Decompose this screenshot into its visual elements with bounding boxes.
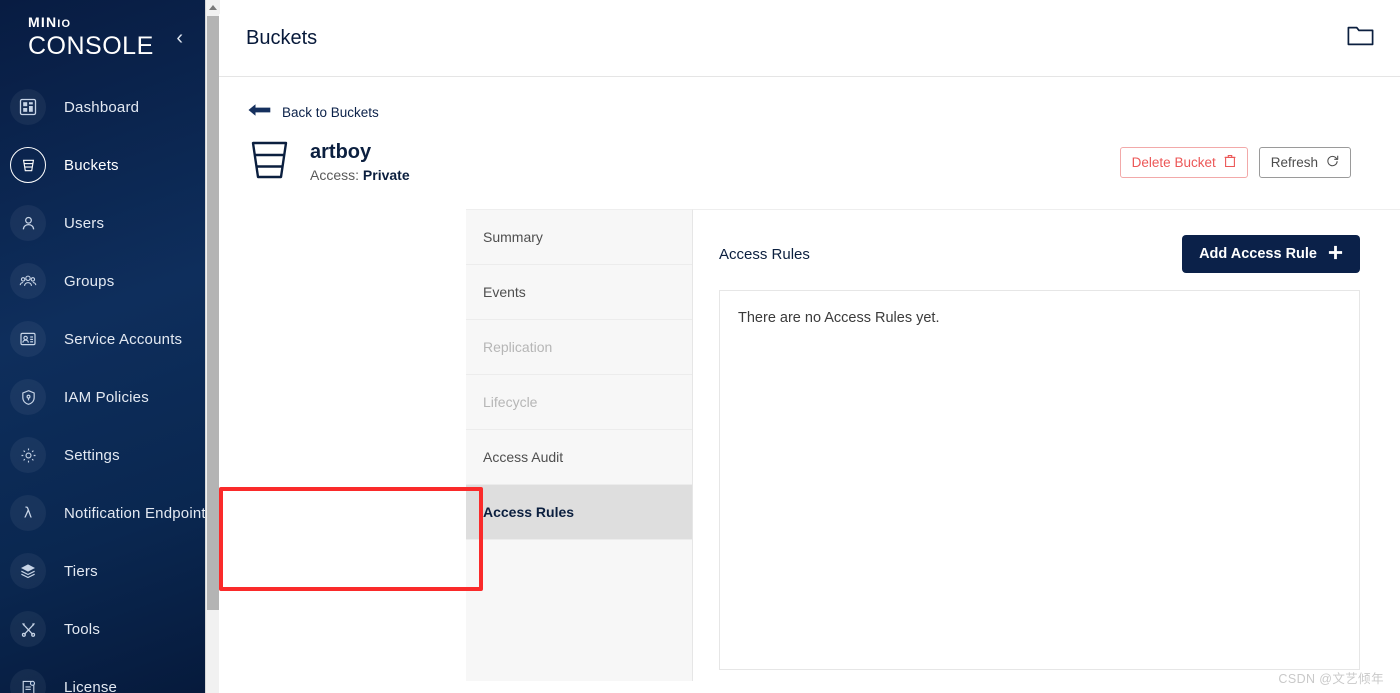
user-icon (10, 205, 46, 241)
bucket-detail-tabs-area: Summary Events Replication Lifecycle Acc… (219, 209, 1400, 681)
page-title: Buckets (246, 26, 318, 49)
sidebar-logo: MINIO CONSOLE ‹ (0, 0, 205, 72)
access-rules-title: Access Rules (719, 245, 810, 263)
tab-list-filler (466, 540, 692, 640)
dashboard-icon (10, 89, 46, 125)
sidebar-label-tiers: Tiers (64, 562, 98, 580)
sidebar-item-dashboard[interactable]: Dashboard (0, 78, 205, 136)
layers-icon (10, 553, 46, 589)
folder-icon[interactable] (1347, 24, 1374, 52)
bucket-identity: artboy Access: Private (247, 137, 410, 188)
bucket-text-block: artboy Access: Private (310, 141, 410, 184)
add-access-rule-label: Add Access Rule (1199, 246, 1317, 262)
sidebar-item-tools[interactable]: Tools (0, 600, 205, 658)
tab-access-audit-label: Access Audit (483, 449, 564, 465)
sidebar-item-groups[interactable]: Groups (0, 252, 205, 310)
license-icon (10, 669, 46, 693)
groups-icon (10, 263, 46, 299)
access-rules-empty-state: There are no Access Rules yet. (719, 290, 1360, 670)
bucket-icon (247, 137, 292, 188)
logo-io: IO (57, 18, 72, 30)
sidebar-label-service-accounts: Service Accounts (64, 330, 183, 348)
tools-icon (10, 611, 46, 647)
top-bar: Buckets (219, 0, 1400, 77)
sidebar-label-settings: Settings (64, 446, 120, 464)
back-to-buckets-link[interactable]: Back to Buckets (219, 77, 379, 122)
bucket-access-label: Access: (310, 167, 360, 183)
back-to-buckets-label: Back to Buckets (282, 105, 379, 120)
sidebar-label-buckets: Buckets (64, 156, 119, 174)
plus-icon (1328, 245, 1343, 264)
tab-lifecycle-label: Lifecycle (483, 394, 538, 410)
tab-access-audit[interactable]: Access Audit (466, 430, 692, 485)
page-scrollbar[interactable] (205, 0, 220, 693)
tab-replication-label: Replication (483, 339, 553, 355)
sidebar-item-settings[interactable]: Settings (0, 426, 205, 484)
delete-bucket-button[interactable]: Delete Bucket (1119, 147, 1248, 178)
tab-events[interactable]: Events (466, 265, 692, 320)
access-rules-panel: Access Rules Add Access Rule There are n… (693, 209, 1400, 681)
id-card-icon (10, 321, 46, 357)
sidebar-item-notification-endpoints[interactable]: λ Notification Endpoints (0, 484, 205, 542)
tab-lifecycle: Lifecycle (466, 375, 692, 430)
watermark: CSDN @文艺倾年 (1278, 672, 1384, 686)
bucket-header: artboy Access: Private Delete Bucket Ref… (219, 122, 1400, 188)
sidebar-label-notification-endpoints: Notification Endpoints (64, 504, 205, 522)
scrollbar-up-arrow-icon[interactable] (206, 0, 220, 14)
sidebar-label-license: License (64, 678, 118, 693)
arrow-left-icon (248, 103, 271, 122)
refresh-label: Refresh (1270, 155, 1318, 170)
refresh-button[interactable]: Refresh (1258, 147, 1351, 178)
sidebar-label-iam-policies: IAM Policies (64, 388, 149, 406)
sidebar-item-license[interactable]: License (0, 658, 205, 693)
sidebar-label-tools: Tools (64, 620, 101, 638)
sidebar-item-service-accounts[interactable]: Service Accounts (0, 310, 205, 368)
main-area: Buckets Back to Buckets artboy Access: P… (219, 0, 1400, 693)
access-rules-empty-message: There are no Access Rules yet. (738, 310, 940, 326)
add-access-rule-button[interactable]: Add Access Rule (1182, 235, 1360, 273)
logo-min: MIN (28, 14, 58, 30)
sidebar: MINIO CONSOLE ‹ Dashboard Buckets Users … (0, 0, 205, 693)
content-region: Back to Buckets artboy Access: Private D… (219, 77, 1400, 693)
tab-access-rules[interactable]: Access Rules (466, 485, 692, 540)
tab-summary-label: Summary (483, 229, 543, 245)
lambda-icon: λ (10, 495, 46, 531)
chevron-left-icon[interactable]: ‹ (176, 28, 183, 48)
sidebar-label-service-groups: Groups (64, 272, 115, 290)
bucket-access-line: Access: Private (310, 167, 410, 184)
sidebar-item-buckets[interactable]: Buckets (0, 136, 205, 194)
sidebar-nav: Dashboard Buckets Users Groups Service A… (0, 78, 205, 693)
svg-text:λ: λ (24, 506, 32, 522)
tab-access-rules-label: Access Rules (483, 504, 575, 520)
scrollbar-thumb[interactable] (207, 16, 219, 610)
trash-icon (1224, 154, 1236, 171)
tab-events-label: Events (483, 284, 526, 300)
tab-replication: Replication (466, 320, 692, 375)
sidebar-item-tiers[interactable]: Tiers (0, 542, 205, 600)
minio-console-page: MINIO CONSOLE ‹ Dashboard Buckets Users … (0, 0, 1400, 693)
delete-bucket-label: Delete Bucket (1131, 155, 1216, 170)
bucket-icon (10, 147, 46, 183)
bucket-access-value: Private (362, 167, 410, 183)
shield-icon (10, 379, 46, 415)
gear-icon (10, 437, 46, 473)
refresh-icon (1326, 154, 1339, 171)
bucket-name: artboy (310, 141, 372, 163)
tab-summary[interactable]: Summary (466, 210, 692, 265)
sidebar-label-dashboard: Dashboard (64, 98, 140, 116)
sidebar-item-iam-policies[interactable]: IAM Policies (0, 368, 205, 426)
sidebar-item-users[interactable]: Users (0, 194, 205, 252)
bucket-tab-list: Summary Events Replication Lifecycle Acc… (466, 209, 693, 681)
bucket-action-buttons: Delete Bucket Refresh (1119, 147, 1351, 178)
sidebar-label-users: Users (64, 214, 105, 232)
access-rules-panel-header: Access Rules Add Access Rule (719, 234, 1360, 274)
